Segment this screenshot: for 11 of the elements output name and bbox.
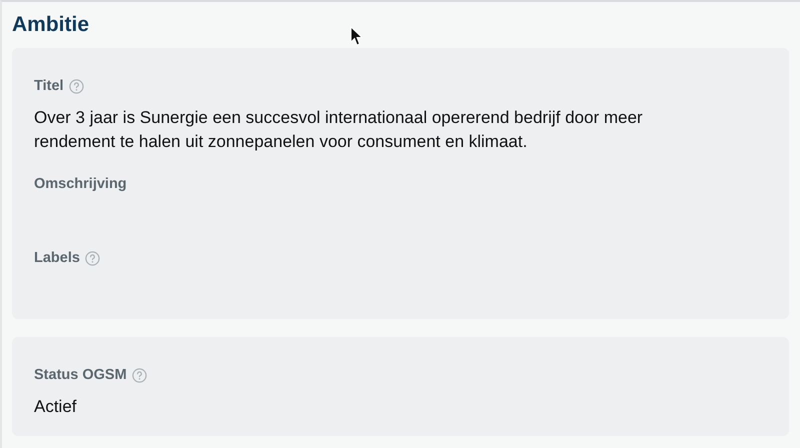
field-value: Actief (34, 396, 78, 418)
field-value: Over 3 jaar is Sunergie een succesvol internationaal opererend bedrijf door meer rendement te halen uit zonnepanelen voor consument en klimaat. (34, 107, 644, 153)
help-icon[interactable] (84, 250, 100, 266)
help-icon[interactable] (132, 368, 147, 382)
field-label: Titel (34, 78, 64, 94)
field-label: Omschrijving (34, 176, 127, 192)
section-title: Ambitie (12, 12, 90, 38)
help-icon[interactable] (68, 78, 84, 94)
field-label: Labels (34, 250, 80, 266)
field-label: Status OGSM (34, 367, 127, 383)
cursor-icon (350, 26, 364, 47)
